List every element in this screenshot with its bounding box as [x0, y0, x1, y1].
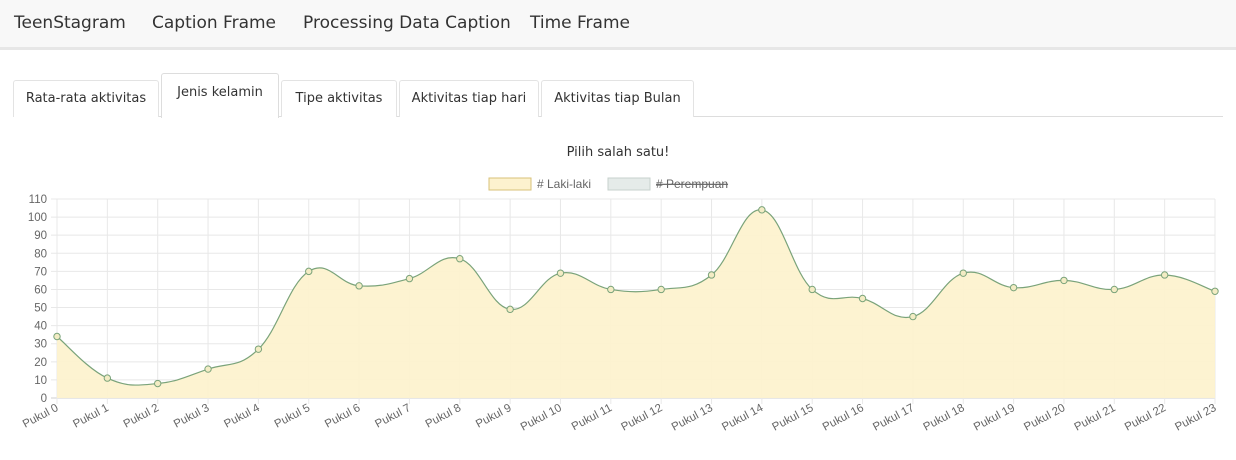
navbar: TeenStagram Caption Frame Processing Dat…	[0, 0, 1236, 50]
data-point[interactable]	[758, 206, 766, 214]
x-tick-label: Pukul 4	[222, 402, 262, 431]
data-point[interactable]	[506, 305, 514, 314]
y-tick-label: 60	[34, 284, 47, 296]
y-tick-label: 30	[34, 339, 47, 351]
data-point[interactable]	[959, 269, 967, 277]
data-point[interactable]	[909, 312, 917, 321]
nav-time-frame[interactable]: Time Frame	[530, 13, 630, 33]
nav-processing-data-caption[interactable]: Processing Data Caption	[303, 13, 511, 33]
data-point[interactable]	[53, 332, 61, 341]
data-point[interactable]	[254, 345, 263, 353]
data-point[interactable]	[153, 379, 162, 388]
data-point[interactable]	[305, 267, 313, 276]
data-point[interactable]	[808, 285, 816, 294]
x-tick-label: Pukul 3	[172, 402, 212, 431]
legend-label-laki-laki[interactable]: # Laki-laki	[537, 177, 591, 191]
y-tick-label: 10	[34, 375, 47, 387]
x-tick-label: Pukul 14	[720, 402, 766, 434]
x-tick-label: Pukul 8	[424, 402, 464, 431]
x-tick-label: Pukul 23	[1173, 402, 1218, 434]
tab-aktivitas-tiap-hari[interactable]: Aktivitas tiap hari	[399, 80, 539, 117]
legend-swatch-laki-laki[interactable]	[488, 177, 532, 191]
data-point[interactable]	[707, 271, 716, 279]
y-tick-label: 70	[34, 266, 47, 278]
y-tick-label: 40	[34, 321, 47, 333]
nav-caption-frame[interactable]: Caption Frame	[152, 13, 276, 33]
x-tick-label: Pukul 19	[972, 402, 1017, 434]
tab-rata-rata-aktivitas[interactable]: Rata-rata aktivitas	[13, 80, 159, 117]
series-area-laki-laki	[57, 209, 1215, 398]
x-tick-label: Pukul 12	[619, 402, 664, 434]
x-tick-label: Pukul 6	[323, 402, 363, 431]
activity-by-gender-chart: # Laki-laki # Perempuan 0 10 20 30 40 50 60 70 80 9…	[21, 177, 1219, 434]
data-point[interactable]	[456, 255, 464, 263]
x-tick-label: Pukul 7	[373, 402, 413, 431]
x-tick-label: Pukul 9	[474, 402, 514, 431]
data-point[interactable]	[405, 274, 414, 283]
x-tick-label: Pukul 16	[821, 402, 866, 434]
data-point[interactable]	[858, 294, 867, 303]
y-tick-label: 20	[34, 357, 47, 369]
x-tick-label: Pukul 11	[570, 402, 614, 433]
legend-swatch-perempuan[interactable]	[607, 177, 651, 191]
x-tick-label: Pukul 13	[670, 402, 715, 434]
data-point[interactable]	[204, 365, 212, 373]
data-point[interactable]	[1110, 285, 1119, 294]
data-point[interactable]	[1160, 271, 1169, 279]
x-tick-label: Pukul 1	[71, 402, 111, 431]
y-tick-label: 50	[34, 303, 47, 315]
x-tick-label: Pukul 15	[770, 402, 815, 434]
data-point[interactable]	[657, 285, 665, 294]
tab-aktivitas-tiap-bulan[interactable]: Aktivitas tiap Bulan	[541, 80, 694, 117]
tab-tipe-aktivitas[interactable]: Tipe aktivitas	[281, 80, 397, 117]
x-tick-label: Pukul 17	[871, 402, 916, 434]
brand-link[interactable]: TeenStagram	[14, 13, 126, 33]
data-point[interactable]	[103, 374, 112, 382]
y-tick-label: 100	[28, 212, 47, 224]
y-tick-label: 80	[34, 248, 47, 260]
data-point[interactable]	[355, 282, 363, 290]
data-point[interactable]	[1060, 276, 1068, 285]
data-point[interactable]	[1009, 283, 1018, 292]
data-point[interactable]	[556, 269, 565, 277]
data-point[interactable]	[1211, 287, 1219, 295]
x-tick-label: Pukul 22	[1123, 402, 1168, 434]
y-tick-label: 0	[41, 393, 47, 405]
x-tick-label: Pukul 21	[1073, 402, 1118, 434]
y-tick-label: 110	[29, 194, 47, 206]
chart-prompt: Pilih salah satu!	[566, 145, 670, 160]
x-tick-label: Pukul 20	[1022, 402, 1067, 434]
data-point[interactable]	[607, 285, 615, 294]
x-tick-label: Pukul 0	[21, 402, 61, 431]
y-tick-label: 90	[34, 230, 47, 242]
x-tick-label: Pukul 2	[122, 402, 162, 431]
x-tick-label: Pukul 18	[922, 402, 967, 434]
tab-jenis-kelamin[interactable]: Jenis kelamin	[161, 73, 279, 118]
x-tick-label: Pukul 10	[519, 402, 564, 434]
legend-label-perempuan[interactable]: # Perempuan	[656, 177, 728, 191]
x-tick-label: Pukul 5	[273, 402, 313, 431]
